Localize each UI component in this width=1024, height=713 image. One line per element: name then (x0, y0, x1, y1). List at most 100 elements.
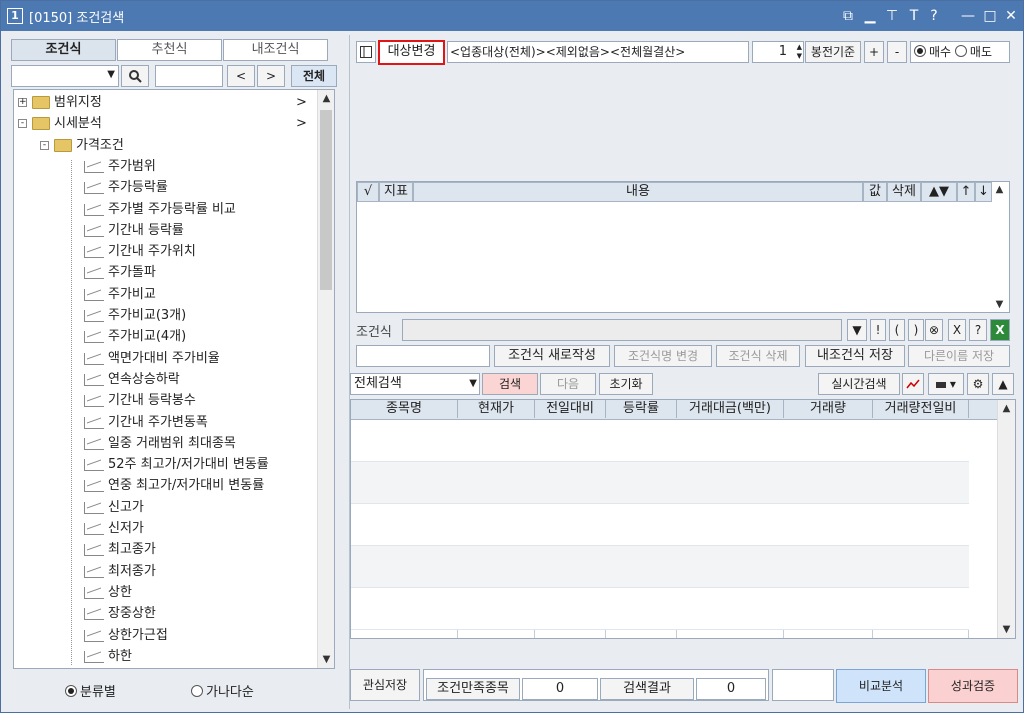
clear-button[interactable]: X (948, 319, 966, 341)
tab-condition[interactable]: 조건식 (11, 39, 116, 61)
tree-item[interactable]: 하한 (14, 646, 314, 667)
tree-item[interactable]: 기간내 등락봉수 (14, 390, 314, 411)
not-button[interactable]: ! (870, 319, 886, 341)
tree-item[interactable]: 기간내 등락률 (14, 220, 314, 241)
scroll-up-icon[interactable]: ▲ (318, 93, 334, 104)
text-icon[interactable]: T (905, 6, 923, 26)
tree-item[interactable]: 액면가대비 주가비율 (14, 348, 314, 369)
realtime-search-button[interactable]: 실시간검색 (818, 373, 900, 395)
tree-item[interactable]: 일중 거래범위 최대종목 (14, 433, 314, 454)
tree-item[interactable]: 연중 최고가/저가대비 변동률 (14, 475, 314, 496)
table-row[interactable] (351, 588, 969, 630)
close-button[interactable]: ✕ (1002, 6, 1020, 26)
bong-spinner[interactable]: 1 ▲ ▼ (752, 41, 804, 63)
scroll-down-icon[interactable]: ▼ (998, 624, 1015, 635)
open-paren-button[interactable]: ( (889, 319, 905, 341)
search-type-select[interactable]: 전체검색 ▼ (350, 373, 480, 395)
radio-sell[interactable]: 매도 (954, 45, 992, 59)
save-as-button[interactable]: 다른이름 저장 (908, 345, 1010, 367)
condition-name-input[interactable] (356, 345, 490, 367)
col-volume-ratio[interactable]: 거래량전일비 (873, 400, 969, 418)
all-button[interactable]: 전체 (291, 65, 337, 87)
save-interest-button[interactable]: 관심저장 (350, 669, 420, 701)
scroll-thumb[interactable] (320, 110, 332, 290)
tab-recommend[interactable]: 추천식 (117, 39, 222, 61)
col-current-price[interactable]: 현재가 (458, 400, 535, 418)
help-icon[interactable]: ? (925, 6, 943, 26)
tree-item[interactable]: 주가돌파 (14, 262, 314, 283)
radio-alphabetical[interactable]: 가나다순 (191, 681, 254, 700)
tab-my-condition[interactable]: 내조건식 (223, 39, 328, 61)
delete-condition-button[interactable]: 조건식 삭제 (716, 345, 800, 367)
tree-item[interactable]: 연속상승하락 (14, 369, 314, 390)
results-scrollbar[interactable]: ▲ ▼ (997, 400, 1015, 638)
search-button[interactable] (121, 65, 149, 87)
collapse-icon[interactable]: - (40, 140, 49, 150)
col-trade-value[interactable]: 거래대금(백만) (677, 400, 784, 418)
layout-icon[interactable] (356, 41, 376, 63)
tree-item[interactable]: 신고가 (14, 497, 314, 518)
col-change[interactable]: 전일대비 (535, 400, 606, 418)
chart-icon[interactable] (902, 373, 924, 395)
scroll-up-icon[interactable]: ▲ (991, 184, 1008, 195)
xor-button[interactable]: ⊗ (925, 319, 943, 341)
minimize-line-icon[interactable]: ▁ (861, 6, 879, 26)
new-condition-button[interactable]: 조건식 새로작성 (494, 345, 610, 367)
target-change-button[interactable]: 대상변경 (378, 40, 445, 65)
tree-item[interactable]: 주가비교 (14, 284, 314, 305)
radio-category[interactable]: 분류별 (65, 681, 116, 700)
keyword-input[interactable] (155, 65, 223, 87)
chevron-down-icon[interactable]: ▼ (107, 69, 115, 80)
chevron-down-icon[interactable]: ▼ (469, 374, 477, 394)
scroll-up-icon[interactable]: ▲ (998, 403, 1015, 414)
collapse-icon[interactable]: - (18, 119, 27, 129)
excel-icon[interactable]: X (990, 319, 1010, 341)
scroll-down-icon[interactable]: ▼ (318, 654, 334, 665)
tree-item[interactable]: 52주 최고가/저가대비 변동률 (14, 454, 314, 475)
prev-button[interactable]: < (227, 65, 255, 87)
pin-icon[interactable]: ⊤ (883, 6, 901, 26)
tree-item[interactable]: 상한 (14, 582, 314, 603)
reset-button[interactable]: 초기화 (599, 373, 653, 395)
condition-formula-input[interactable] (402, 319, 842, 341)
tree-scrollbar[interactable]: ▲ ▼ (317, 90, 334, 668)
collapse-icon[interactable]: ▲ (992, 373, 1014, 395)
table-row[interactable] (351, 462, 969, 504)
rename-condition-button[interactable]: 조건식명 변경 (614, 345, 712, 367)
plus-button[interactable]: + (864, 41, 884, 63)
search-combo[interactable]: ▼ (11, 65, 119, 87)
table-row[interactable] (351, 546, 969, 588)
tree-item[interactable]: + 범위지정 > (14, 92, 314, 113)
minus-button[interactable]: - (887, 41, 907, 63)
tree-item[interactable]: 주가범위 (14, 156, 314, 177)
formula-dropdown-button[interactable]: ▼ (847, 319, 867, 341)
performance-verify-button[interactable]: 성과검증 (928, 669, 1018, 703)
search-next-button[interactable]: 다음 (540, 373, 596, 395)
settings-icon[interactable]: ⚙ (967, 373, 989, 395)
col-change-rate[interactable]: 등락률 (606, 400, 677, 418)
bong-basis-label[interactable]: 봉전기준 (805, 41, 861, 63)
tree-item[interactable]: 주가비교(4개) (14, 326, 314, 347)
expand-icon[interactable]: + (18, 98, 27, 107)
compare-analysis-button[interactable]: 비교분석 (836, 669, 926, 703)
spin-icon[interactable]: ▲ ▼ (790, 43, 802, 61)
tree-item[interactable]: 주가비교(3개) (14, 305, 314, 326)
table-row[interactable] (351, 420, 969, 462)
col-volume[interactable]: 거래량 (784, 400, 873, 418)
tree-item[interactable]: - 시세분석 > (14, 113, 314, 134)
tree-item[interactable]: 최저종가 (14, 561, 314, 582)
down-col-header[interactable]: ↓ (975, 182, 992, 202)
tree-item[interactable]: 기간내 주가변동폭 (14, 412, 314, 433)
radio-buy[interactable]: 매수 (914, 45, 951, 59)
tree-item[interactable]: 주가등락률 (14, 177, 314, 198)
submenu-arrow-icon[interactable]: > (296, 92, 307, 113)
table-row[interactable] (351, 504, 969, 546)
help-button[interactable]: ? (969, 319, 987, 341)
up-col-header[interactable]: ↑ (957, 182, 975, 202)
tree-item[interactable]: 장중상한 (14, 603, 314, 624)
restore-icon[interactable]: ⧉ (839, 6, 857, 26)
tree-item[interactable]: - 가격조건 (14, 135, 314, 156)
scroll-down-icon[interactable]: ▼ (991, 299, 1008, 310)
minimize-button[interactable]: — (959, 6, 977, 26)
maximize-button[interactable]: □ (981, 6, 999, 26)
